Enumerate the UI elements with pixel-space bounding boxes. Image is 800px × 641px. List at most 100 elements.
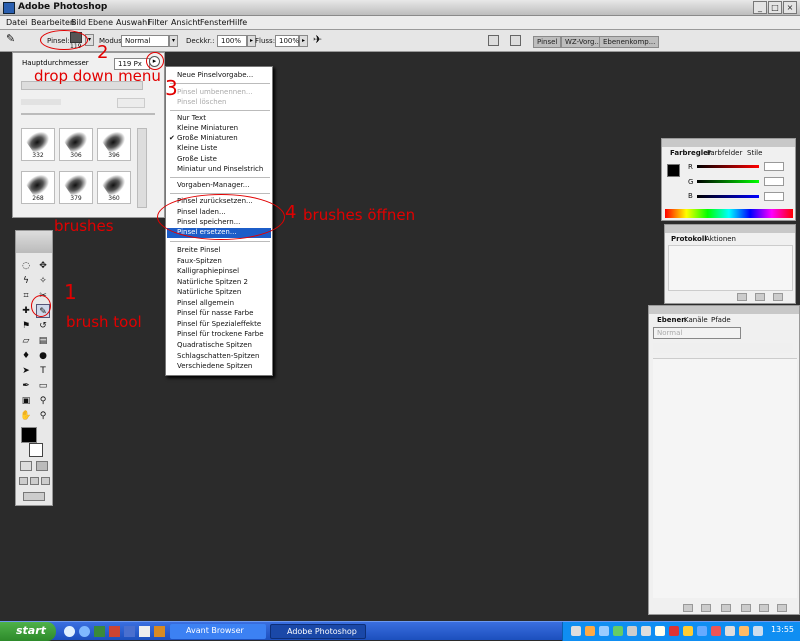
tray-icon[interactable] bbox=[669, 626, 679, 636]
menu-datei[interactable]: Datei bbox=[6, 18, 27, 27]
tray-icon[interactable] bbox=[571, 626, 581, 636]
brush-thumb[interactable]: 379 bbox=[59, 170, 93, 204]
task-avant-browser[interactable]: Avant Browser bbox=[170, 624, 266, 639]
minimize-button[interactable]: _ bbox=[753, 1, 767, 14]
tray-icon[interactable] bbox=[697, 626, 707, 636]
menu-item[interactable]: Pinsel für trockene Farbe bbox=[177, 330, 264, 338]
menu-item[interactable]: Pinsel für Spezialeffekte bbox=[177, 320, 261, 328]
brush-thumb[interactable]: 332 bbox=[21, 127, 55, 161]
goto-imageready-icon[interactable] bbox=[510, 35, 521, 46]
tab-aktionen[interactable]: Aktionen bbox=[705, 235, 736, 243]
marquee-icon[interactable]: ◌ bbox=[19, 259, 33, 273]
tray-icon[interactable] bbox=[753, 626, 763, 636]
brush-thumb[interactable]: 396 bbox=[97, 127, 131, 161]
tray-icon[interactable] bbox=[627, 626, 637, 636]
menu-bild[interactable]: Bild bbox=[71, 18, 86, 27]
tab-kanaele[interactable]: Kanäle bbox=[684, 316, 708, 324]
menu-item[interactable]: Kleine Miniaturen bbox=[177, 124, 238, 132]
menu-bearbeiten[interactable]: Bearbeiten bbox=[31, 18, 75, 27]
menu-item[interactable]: Natürliche Spitzen bbox=[177, 288, 241, 296]
green-slider[interactable] bbox=[697, 180, 759, 183]
color-ramp[interactable] bbox=[665, 209, 793, 218]
menu-item[interactable]: Kleine Liste bbox=[177, 144, 217, 152]
file-browser-icon[interactable] bbox=[488, 35, 499, 46]
menu-item[interactable]: Große Liste bbox=[177, 155, 217, 163]
tab-pfade[interactable]: Pfade bbox=[711, 316, 731, 324]
red-slider[interactable] bbox=[697, 165, 759, 168]
brush-thumb[interactable]: 306 bbox=[59, 127, 93, 161]
menu-item[interactable]: Nur Text bbox=[177, 114, 206, 122]
tray-icon[interactable] bbox=[739, 626, 749, 636]
tray-icon[interactable] bbox=[655, 626, 665, 636]
notes-icon[interactable]: ▣ bbox=[19, 394, 33, 408]
quicklaunch-icon[interactable] bbox=[79, 626, 90, 637]
type-icon[interactable]: T bbox=[36, 364, 50, 378]
eyedropper-icon[interactable]: ⚲ bbox=[36, 394, 50, 408]
menu-item[interactable]: Kalligraphiepinsel bbox=[177, 267, 239, 275]
eraser-icon[interactable]: ▱ bbox=[19, 334, 33, 348]
menu-fenster[interactable]: Fenster bbox=[200, 18, 230, 27]
screen-mode-icon[interactable] bbox=[30, 477, 39, 485]
menu-ebene[interactable]: Ebene bbox=[88, 18, 113, 27]
dodge-icon[interactable]: ● bbox=[36, 349, 50, 363]
menu-hilfe[interactable]: Hilfe bbox=[229, 18, 247, 27]
imageready-jump-icon[interactable] bbox=[23, 492, 45, 501]
history-new-doc-icon[interactable] bbox=[755, 293, 765, 301]
menu-item[interactable]: Neue Pinselvorgabe... bbox=[177, 71, 253, 79]
blue-slider[interactable] bbox=[697, 195, 759, 198]
brush-list-scrollbar[interactable] bbox=[137, 128, 147, 208]
tray-icon[interactable] bbox=[585, 626, 595, 636]
maximize-button[interactable]: □ bbox=[768, 1, 782, 14]
history-trash-icon[interactable] bbox=[773, 293, 783, 301]
quicklaunch-icon[interactable] bbox=[94, 626, 105, 637]
start-button[interactable]: start bbox=[0, 622, 56, 641]
green-value-field[interactable] bbox=[764, 177, 784, 186]
fluss-arrow[interactable]: ▸ bbox=[299, 35, 308, 47]
menu-item[interactable]: Schlagschatten-Spitzen bbox=[177, 352, 259, 360]
deckkr-field[interactable]: 100% bbox=[217, 35, 247, 47]
palette-tab-ebenenkomp[interactable]: Ebenenkomp... bbox=[599, 36, 660, 48]
red-value-field[interactable] bbox=[764, 162, 784, 171]
layer-mask-icon[interactable] bbox=[701, 604, 711, 612]
tab-stile[interactable]: Stile bbox=[747, 149, 762, 157]
quickmask-mode-icon[interactable] bbox=[36, 461, 48, 471]
background-color-swatch[interactable] bbox=[29, 443, 43, 457]
adjustment-layer-icon[interactable] bbox=[741, 604, 751, 612]
delete-layer-icon[interactable] bbox=[777, 604, 787, 612]
menu-item[interactable]: Natürliche Spitzen 2 bbox=[177, 278, 248, 286]
quicklaunch-icon[interactable] bbox=[64, 626, 75, 637]
blend-mode-select[interactable]: Normal bbox=[653, 327, 741, 339]
menu-item[interactable]: Quadratische Spitzen bbox=[177, 341, 252, 349]
tray-icon[interactable] bbox=[641, 626, 651, 636]
menu-item[interactable]: Faux-Spitzen bbox=[177, 257, 222, 265]
tab-farbregler[interactable]: Farbregler bbox=[670, 149, 711, 157]
lasso-icon[interactable]: ϟ bbox=[19, 274, 33, 288]
menu-item[interactable]: Vorgaben-Manager... bbox=[177, 181, 249, 189]
gradient-icon[interactable]: ▤ bbox=[36, 334, 50, 348]
stamp-icon[interactable]: ⚑ bbox=[19, 319, 33, 333]
history-snapshot-icon[interactable] bbox=[737, 293, 747, 301]
standard-mode-icon[interactable] bbox=[20, 461, 32, 471]
new-layer-icon[interactable] bbox=[759, 604, 769, 612]
screen-mode-icon[interactable] bbox=[19, 477, 28, 485]
path-select-icon[interactable]: ➤ bbox=[19, 364, 33, 378]
layer-style-icon[interactable] bbox=[683, 604, 693, 612]
layer-set-icon[interactable] bbox=[721, 604, 731, 612]
menu-item[interactable]: Pinsel für nasse Farbe bbox=[177, 309, 253, 317]
blue-value-field[interactable] bbox=[764, 192, 784, 201]
quicklaunch-icon[interactable] bbox=[154, 626, 165, 637]
palette-tab-pinsel[interactable]: Pinsel bbox=[533, 36, 562, 48]
tray-icon[interactable] bbox=[683, 626, 693, 636]
pen-icon[interactable]: ✒ bbox=[19, 379, 33, 393]
move-icon[interactable]: ✥ bbox=[36, 259, 50, 273]
menu-item[interactable]: Große Miniaturen bbox=[177, 134, 238, 142]
magic-wand-icon[interactable]: ✧ bbox=[36, 274, 50, 288]
blur-icon[interactable]: ♦ bbox=[19, 349, 33, 363]
quicklaunch-icon[interactable] bbox=[109, 626, 120, 637]
fluss-field[interactable]: 100% bbox=[275, 35, 299, 47]
history-brush-icon[interactable]: ↺ bbox=[36, 319, 50, 333]
menu-ansicht[interactable]: Ansicht bbox=[171, 18, 201, 27]
tray-icon[interactable] bbox=[599, 626, 609, 636]
brush-tool-icon[interactable]: ✎ bbox=[6, 32, 15, 45]
airbrush-icon[interactable]: ✈ bbox=[313, 33, 322, 46]
